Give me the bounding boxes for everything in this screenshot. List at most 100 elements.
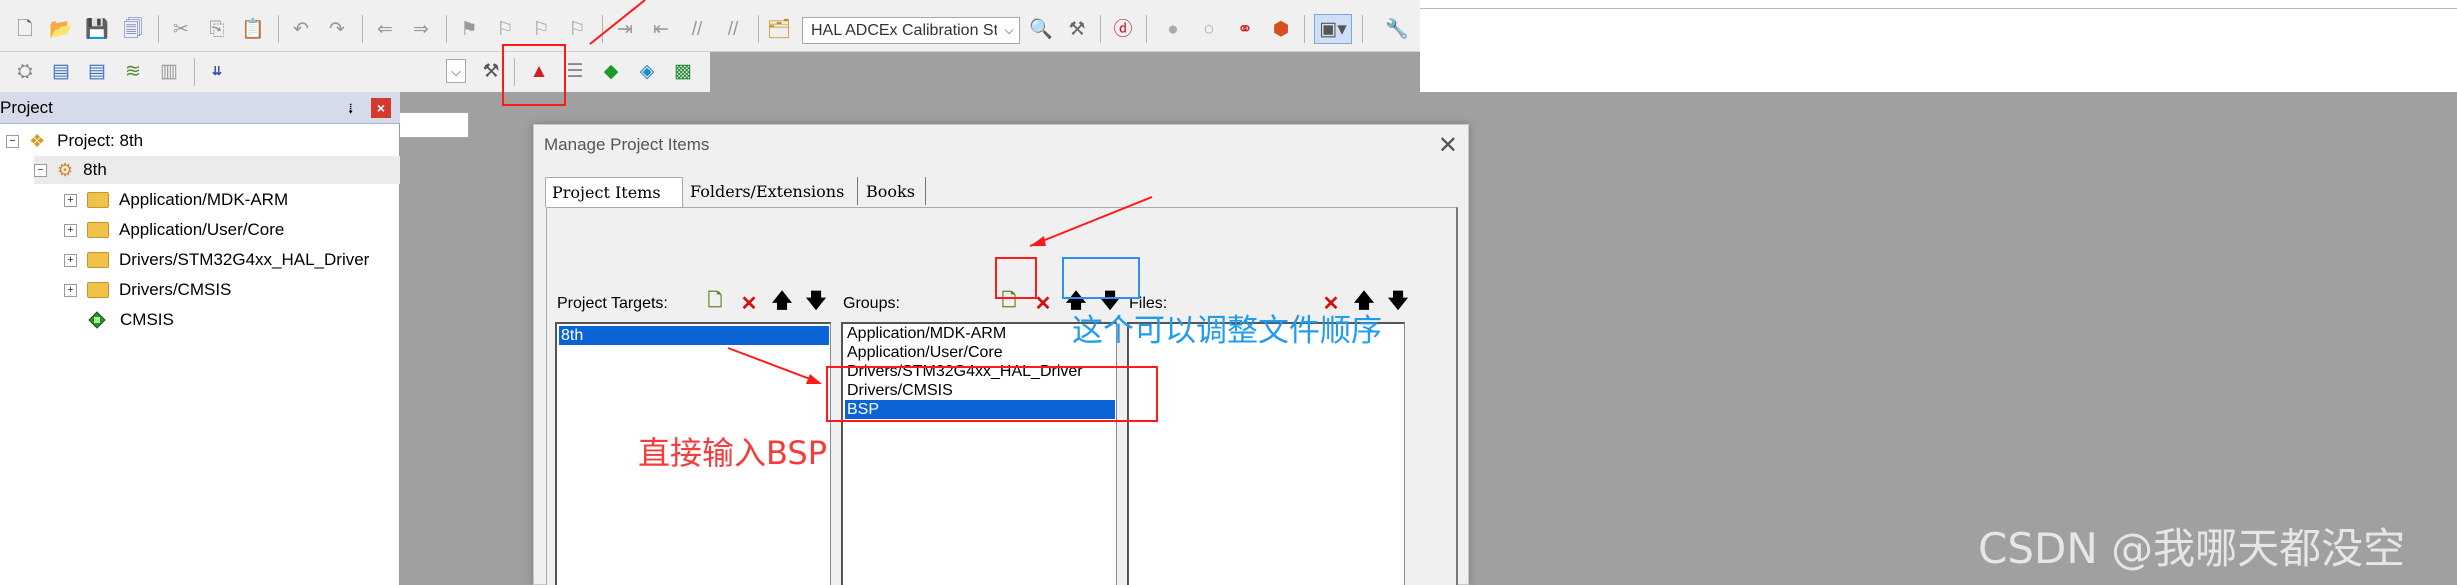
window-divider (1420, 8, 2457, 9)
move-down-icon[interactable]: 🡇 (1385, 290, 1411, 316)
tree-item-project[interactable]: − ❖ Project: 8th (6, 127, 143, 155)
tree-item-cmsis[interactable]: CMSIS (88, 306, 174, 334)
delete-icon[interactable]: ✕ (736, 290, 762, 316)
window-layout-icon[interactable]: ▣▾ (1314, 14, 1352, 44)
dialog-title: Manage Project Items (544, 135, 710, 154)
copy-icon[interactable]: ⎘ (204, 16, 230, 42)
tree-item-group[interactable]: + Drivers/CMSIS (64, 276, 231, 304)
toolbar-separator (1362, 15, 1363, 43)
folder-icon (87, 282, 109, 298)
manage-project-items-dialog: Manage Project Items ✕ Project Items Fol… (533, 124, 1469, 585)
tree-item-group[interactable]: + Drivers/STM32G4xx_HAL_Driver (64, 246, 369, 274)
undo-icon[interactable]: ↶ (288, 16, 314, 42)
expand-icon[interactable]: + (64, 193, 77, 207)
toolbar-separator (362, 15, 363, 43)
batch-build-icon[interactable]: ≋ (120, 58, 146, 84)
download-icon[interactable]: ⇊ (204, 58, 230, 84)
save-icon[interactable]: 💾 (84, 16, 110, 42)
tree-item-label: Drivers/STM32G4xx_HAL_Driver (119, 250, 370, 269)
move-down-icon[interactable]: 🡇 (803, 290, 829, 316)
toolbar-separator (194, 58, 195, 86)
breakpoint-kill-icon[interactable]: ⬢ (1268, 16, 1294, 42)
files-list[interactable] (1127, 322, 1405, 585)
navigate-back-icon[interactable]: ⇐ (372, 16, 398, 42)
next-bookmark-icon[interactable]: ⚐ (528, 16, 554, 42)
project-icon: ❖ (29, 130, 46, 151)
navigate-forward-icon[interactable]: ⇒ (408, 16, 434, 42)
find-combo[interactable]: HAL ADCEx Calibration Sta ⌵ (802, 17, 1020, 44)
list-item[interactable]: Application/MDK-ARM (845, 324, 1006, 343)
build-tools-icon[interactable]: ⚒ (1064, 16, 1090, 42)
clear-bookmarks-icon[interactable]: ⚐ (564, 16, 590, 42)
translate-icon[interactable]: ⛭ (12, 58, 38, 84)
chevron-down-icon[interactable]: ⌵ (999, 18, 1019, 43)
toolbar-separator (158, 15, 159, 43)
move-up-icon[interactable]: 🡅 (769, 290, 795, 316)
toolbar-separator (602, 15, 603, 43)
paste-icon[interactable]: 📋 (240, 16, 266, 42)
bookmark-icon[interactable]: ⚑ (456, 16, 482, 42)
cut-icon[interactable]: ✂ (168, 16, 194, 42)
close-icon[interactable]: × (371, 98, 391, 118)
configure-icon[interactable]: 🔧 (1384, 16, 1410, 42)
annotation-highlight-box (502, 44, 566, 106)
target-icon: ⚙ (57, 159, 74, 180)
comment-icon[interactable]: // (684, 16, 710, 42)
redo-icon[interactable]: ↷ (324, 16, 350, 42)
save-all-icon[interactable]: 🗐 (120, 16, 146, 42)
list-item[interactable]: Application/User/Core (845, 343, 1003, 362)
find-icon[interactable]: 🔍 (1028, 16, 1054, 42)
debug-start-icon[interactable]: ⓓ (1110, 16, 1136, 42)
tree-item-group[interactable]: + Application/User/Core (64, 216, 284, 244)
project-panel-header: Project ⭭ × (0, 92, 400, 124)
find-in-files-icon[interactable]: 🗂 (766, 16, 792, 42)
options-for-target-icon[interactable]: ⚒ (478, 58, 504, 84)
project-panel: Project ⭭ × − ❖ Project: 8th − ⚙ 8th + A… (0, 92, 400, 585)
prev-bookmark-icon[interactable]: ⚐ (492, 16, 518, 42)
watermark: CSDN @我哪天都没空 (1978, 524, 2406, 573)
breakpoint-enable-icon[interactable]: ○ (1196, 16, 1222, 42)
pack-installer-icon[interactable]: ▩ (670, 58, 696, 84)
close-icon[interactable]: ✕ (1438, 131, 1458, 160)
indent-icon[interactable]: ⇥ (612, 16, 638, 42)
project-panel-title: Project (0, 98, 53, 117)
toolbar-separator (278, 15, 279, 43)
select-packs-icon[interactable]: ◈ (634, 58, 660, 84)
rebuild-icon[interactable]: ▤ (84, 58, 110, 84)
tab-folders-extensions[interactable]: Folders/Extensions (684, 177, 858, 205)
toolbar-separator (1146, 15, 1147, 43)
breakpoint-disable-icon[interactable]: ⚭ (1232, 16, 1258, 42)
new-target-icon[interactable]: 🗋 (702, 290, 728, 316)
tree-item-label: Project: 8th (57, 131, 144, 150)
pin-icon[interactable]: ⭭ (348, 99, 353, 124)
tree-item-label: Application/MDK-ARM (119, 190, 289, 209)
tree-item-group[interactable]: + Application/MDK-ARM (64, 186, 288, 214)
manage-run-time-environment-icon[interactable]: ◆ (598, 58, 624, 84)
new-file-icon[interactable]: 🗋 (12, 16, 38, 42)
stop-build-icon[interactable]: ▥ (156, 58, 182, 84)
groups-list[interactable]: Application/MDK-ARM Application/User/Cor… (841, 322, 1117, 585)
tree-item-label: Drivers/CMSIS (119, 280, 232, 299)
chevron-down-icon[interactable]: ⌵ (446, 59, 466, 83)
folder-icon (87, 192, 109, 208)
open-folder-icon[interactable]: 📂 (48, 16, 74, 42)
unindent-icon[interactable]: ⇤ (648, 16, 674, 42)
collapse-icon[interactable]: − (34, 163, 47, 177)
expand-icon[interactable]: + (64, 223, 77, 237)
folder-icon (87, 252, 109, 268)
breakpoint-insert-icon[interactable]: ● (1160, 16, 1186, 42)
tree-item-target[interactable]: − ⚙ 8th (34, 156, 400, 184)
annotation-highlight-box (995, 257, 1037, 299)
uncomment-icon[interactable]: // (720, 16, 746, 42)
expand-icon[interactable]: + (64, 253, 77, 267)
tab-project-items[interactable]: Project Items (545, 177, 683, 207)
collapse-icon[interactable]: − (6, 134, 19, 148)
toolbar-separator (758, 15, 759, 43)
tree-item-label: Application/User/Core (119, 220, 285, 239)
build-icon[interactable]: ▤ (48, 58, 74, 84)
expand-icon[interactable]: + (64, 283, 77, 297)
folder-icon (87, 222, 109, 238)
toolbar-separator (1100, 15, 1101, 43)
tab-books[interactable]: Books (860, 177, 926, 205)
list-item[interactable]: 8th (559, 326, 829, 345)
